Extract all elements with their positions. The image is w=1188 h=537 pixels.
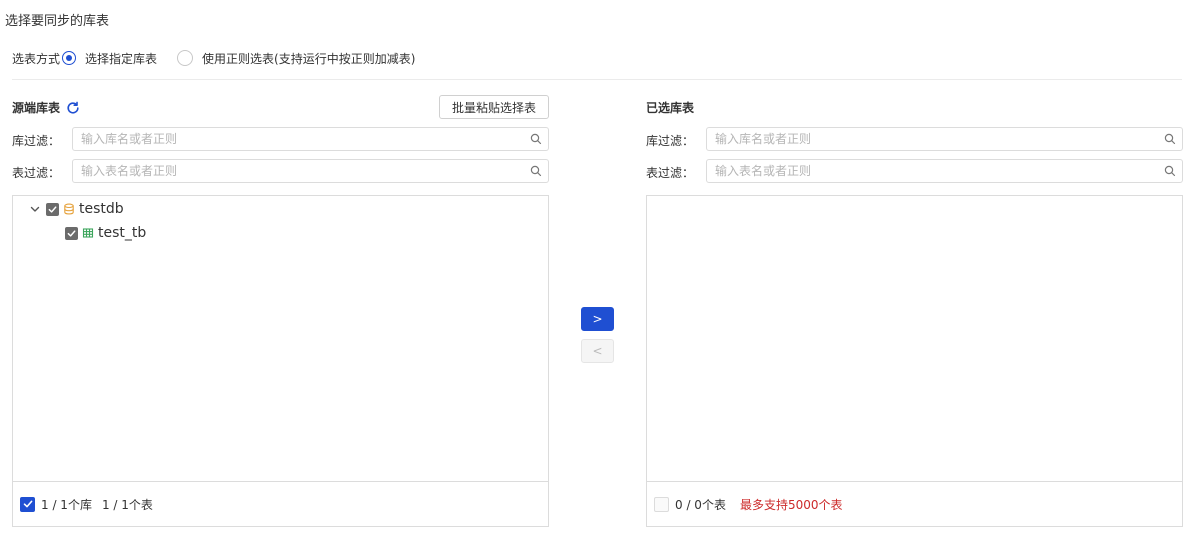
select-all-checkbox[interactable] (20, 496, 35, 512)
radio-regex-tables-circle[interactable] (177, 50, 194, 66)
source-db-filter (72, 127, 549, 151)
radio-specified-tables-circle[interactable] (62, 51, 77, 65)
source-table-count: 1 / 1个表 (101, 497, 153, 512)
chevron-down-icon[interactable] (29, 203, 41, 215)
batch-paste-button[interactable]: 批量粘贴选择表 (439, 95, 549, 119)
radio-specified-tables-label[interactable]: 选择指定库表 (85, 50, 157, 67)
tree-node-table[interactable]: test_tb (65, 224, 146, 242)
search-icon (530, 133, 542, 145)
source-table-filter-input[interactable] (73, 160, 530, 182)
selection-mode-label: 选表方式 (12, 51, 61, 66)
tree-node-database[interactable]: testdb (29, 200, 124, 218)
database-icon (64, 203, 74, 215)
check-icon (67, 229, 76, 237)
radio-specified-tables[interactable]: 选择指定库表 (62, 50, 157, 67)
table-checkbox[interactable] (65, 226, 78, 240)
check-icon (23, 500, 32, 508)
search-icon (1164, 165, 1176, 177)
database-checkbox[interactable] (46, 202, 59, 216)
radio-regex-tables-label[interactable]: 使用正则选表(支持运行中按正则加减表) (202, 50, 415, 67)
target-select-all-checkbox (654, 496, 669, 512)
target-list-box: 0 / 0个表 最多支持5000个表 (646, 195, 1183, 527)
page-title: 选择要同步的库表 (5, 14, 110, 29)
target-table-count: 0 / 0个表 (675, 497, 726, 512)
target-panel-title-text: 已选库表 (646, 101, 695, 115)
table-limit-warning: 最多支持5000个表 (739, 497, 843, 512)
source-db-filter-label: 库过滤： (12, 134, 61, 148)
table-name[interactable]: test_tb (98, 225, 146, 241)
target-panel-title: 已选库表 (646, 99, 694, 116)
remove-from-selected-button[interactable]: < (581, 339, 614, 363)
source-db-count: 1 / 1个库 (41, 497, 92, 512)
check-icon (48, 205, 57, 213)
target-db-filter (706, 127, 1183, 151)
target-db-filter-input[interactable] (707, 128, 1164, 150)
target-table-filter-label: 表过滤： (646, 166, 695, 180)
target-table-filter-input[interactable] (707, 160, 1164, 182)
add-to-selected-button[interactable]: > (581, 307, 614, 331)
source-table-filter (72, 159, 549, 183)
source-panel-title: 源端库表 (12, 99, 80, 116)
search-icon (530, 165, 542, 177)
source-panel-title-text: 源端库表 (12, 101, 61, 115)
radio-regex-tables[interactable]: 使用正则选表(支持运行中按正则加减表) (177, 50, 415, 67)
source-db-filter-input[interactable] (73, 128, 530, 150)
refresh-icon[interactable] (66, 101, 80, 115)
source-table-filter-label: 表过滤： (12, 166, 61, 180)
source-footer: 1 / 1个库 1 / 1个表 (13, 481, 548, 526)
section-divider (12, 79, 1182, 80)
database-name[interactable]: testdb (79, 201, 124, 217)
search-icon (1164, 133, 1176, 145)
table-icon (82, 228, 94, 238)
target-table-filter (706, 159, 1183, 183)
target-footer: 0 / 0个表 最多支持5000个表 (647, 481, 1182, 526)
target-db-filter-label: 库过滤： (646, 134, 695, 148)
source-tree-box: testdb test_tb 1 / 1个库 1 / 1个表 (12, 195, 549, 527)
selection-mode-group: 选表方式 选择指定库表 使用正则选表(支持运行中按正则加减表) (12, 49, 415, 67)
